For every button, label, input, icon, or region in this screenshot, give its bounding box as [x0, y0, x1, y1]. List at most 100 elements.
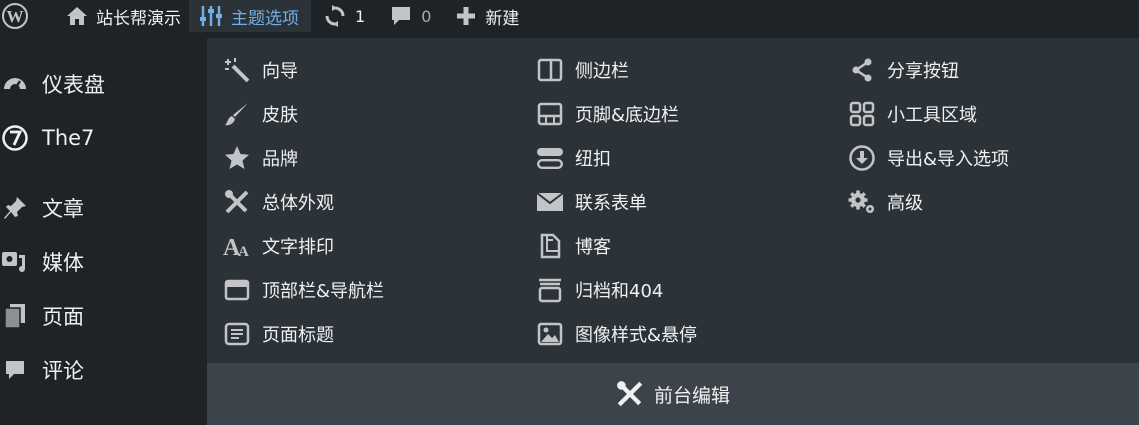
submenu-item-contact-form[interactable]: 联系表单	[535, 180, 697, 224]
comment-icon	[0, 358, 30, 382]
comments-count: 0	[421, 6, 432, 26]
speech-bubble-icon	[389, 4, 413, 28]
footer-icon	[535, 102, 565, 126]
submenu-item-branding[interactable]: 品牌	[222, 136, 384, 180]
media-icon	[0, 249, 30, 275]
submenu-item-sidebar[interactable]: 侧边栏	[535, 48, 697, 92]
gears-icon	[847, 189, 877, 215]
pin-icon	[0, 195, 30, 221]
new-label: 新建	[485, 8, 520, 29]
envelope-icon	[535, 191, 565, 213]
submenu-item-skins[interactable]: 皮肤	[222, 92, 384, 136]
star-icon	[222, 145, 252, 171]
submenu-item-label: 侧边栏	[575, 61, 629, 82]
submenu-item-label: 页脚&底边栏	[575, 105, 680, 126]
home-icon	[66, 6, 88, 26]
submenu-item-typography[interactable]: A A 文字排印	[222, 224, 384, 268]
submenu-item-label: 小工具区域	[887, 105, 977, 126]
submenu-column-2: 侧边栏 页脚&底边栏 纽扣 联系表单 博客 归档和404 图像样式&悬停	[535, 48, 697, 356]
sidebar-icon	[535, 58, 565, 82]
frontend-edit-button[interactable]: 前台编辑	[207, 363, 1139, 425]
submenu-item-general-appearance[interactable]: 总体外观	[222, 180, 384, 224]
admin-sidebar: 仪表盘 The7 文章 媒体 页面 评论	[0, 32, 207, 425]
brush-icon	[222, 101, 252, 127]
typography-icon: A A	[222, 233, 252, 259]
sidebar-item-label: 仪表盘	[42, 73, 105, 97]
new-content-link[interactable]: 新建	[443, 0, 531, 32]
theme-options-label: 主题选项	[231, 8, 299, 29]
widgets-icon	[847, 101, 877, 127]
submenu-item-label: 顶部栏&导航栏	[262, 281, 385, 302]
submenu-item-label: 高级	[887, 193, 923, 214]
submenu-item-widget-areas[interactable]: 小工具区域	[847, 92, 1009, 136]
submenu-column-1: 向导 皮肤 品牌 总体外观 A A 文字排印 顶部栏&导航栏 页面标题	[222, 48, 384, 356]
submenu-item-label: 页面标题	[262, 325, 334, 346]
submenu-item-label: 纽扣	[575, 149, 611, 170]
sidebar-item-media[interactable]: 媒体	[0, 242, 207, 282]
theme-options-submenu: 向导 皮肤 品牌 总体外观 A A 文字排印 顶部栏&导航栏 页面标题 侧边栏 …	[207, 38, 1139, 363]
admin-bar: W 站长帮演示 主题选项 1 0 新建	[0, 0, 1139, 32]
submenu-item-wizard[interactable]: 向导	[222, 48, 384, 92]
sidebar-item-pages[interactable]: 页面	[0, 296, 207, 336]
dashboard-icon	[0, 71, 30, 97]
submenu-item-image-styles-hover[interactable]: 图像样式&悬停	[535, 312, 697, 356]
sidebar-item-the7[interactable]: The7	[0, 118, 207, 158]
submenu-item-label: 向导	[262, 61, 298, 82]
wizard-icon	[222, 57, 252, 83]
updates-count: 1	[355, 6, 366, 26]
sidebar-item-comments[interactable]: 评论	[0, 350, 207, 390]
submenu-item-label: 导出&导入选项	[887, 149, 1010, 170]
window-icon	[222, 278, 252, 302]
download-icon	[847, 145, 877, 171]
submenu-item-topbar-navigation[interactable]: 顶部栏&导航栏	[222, 268, 384, 312]
wordpress-logo-button[interactable]: W	[0, 0, 48, 32]
image-icon	[535, 322, 565, 346]
site-name-link[interactable]: 站长帮演示	[48, 0, 189, 32]
tools-icon	[616, 380, 644, 408]
archive-icon	[535, 277, 565, 303]
submenu-item-label: 皮肤	[262, 105, 298, 126]
sidebar-item-label: 页面	[42, 305, 84, 329]
svg-text:A: A	[238, 244, 249, 259]
copy-icon	[535, 233, 565, 259]
site-name-label: 站长帮演示	[96, 8, 181, 29]
share-icon	[847, 57, 877, 83]
svg-text:W: W	[7, 7, 24, 26]
submenu-item-label: 归档和404	[575, 281, 664, 302]
wordpress-logo-icon: W	[0, 1, 30, 31]
sidebar-item-label: 媒体	[42, 251, 84, 275]
refresh-icon	[323, 4, 347, 28]
pages-icon	[0, 303, 30, 329]
submenu-item-share-buttons[interactable]: 分享按钮	[847, 48, 1009, 92]
sidebar-item-label: 评论	[42, 359, 84, 383]
sliders-icon	[199, 4, 223, 28]
submenu-item-label: 文字排印	[262, 237, 334, 258]
submenu-item-page-title[interactable]: 页面标题	[222, 312, 384, 356]
theme-options-link[interactable]: 主题选项	[189, 0, 311, 32]
text-box-icon	[222, 322, 252, 346]
submenu-item-label: 图像样式&悬停	[575, 325, 698, 346]
submenu-item-label: 博客	[575, 237, 611, 258]
submenu-item-footer-bottom-bar[interactable]: 页脚&底边栏	[535, 92, 697, 136]
the7-icon	[0, 124, 30, 152]
sidebar-item-dashboard[interactable]: 仪表盘	[0, 64, 207, 104]
comments-link[interactable]: 0	[377, 0, 443, 32]
frontend-edit-label: 前台编辑	[653, 384, 730, 407]
submenu-item-label: 总体外观	[262, 193, 334, 214]
submenu-column-3: 分享按钮 小工具区域 导出&导入选项 高级	[847, 48, 1009, 224]
submenu-item-label: 分享按钮	[887, 61, 959, 82]
buttons-icon	[535, 146, 565, 170]
submenu-item-buttons[interactable]: 纽扣	[535, 136, 697, 180]
plus-icon	[455, 5, 477, 27]
submenu-item-label: 品牌	[262, 149, 298, 170]
sidebar-item-label: The7	[42, 126, 95, 150]
updates-link[interactable]: 1	[311, 0, 377, 32]
submenu-item-advanced[interactable]: 高级	[847, 180, 1009, 224]
sidebar-item-posts[interactable]: 文章	[0, 188, 207, 228]
tools-icon	[222, 189, 252, 215]
submenu-item-export-import[interactable]: 导出&导入选项	[847, 136, 1009, 180]
submenu-item-blog[interactable]: 博客	[535, 224, 697, 268]
sidebar-item-label: 文章	[42, 197, 84, 221]
submenu-item-archives-404[interactable]: 归档和404	[535, 268, 697, 312]
submenu-item-label: 联系表单	[575, 193, 647, 214]
